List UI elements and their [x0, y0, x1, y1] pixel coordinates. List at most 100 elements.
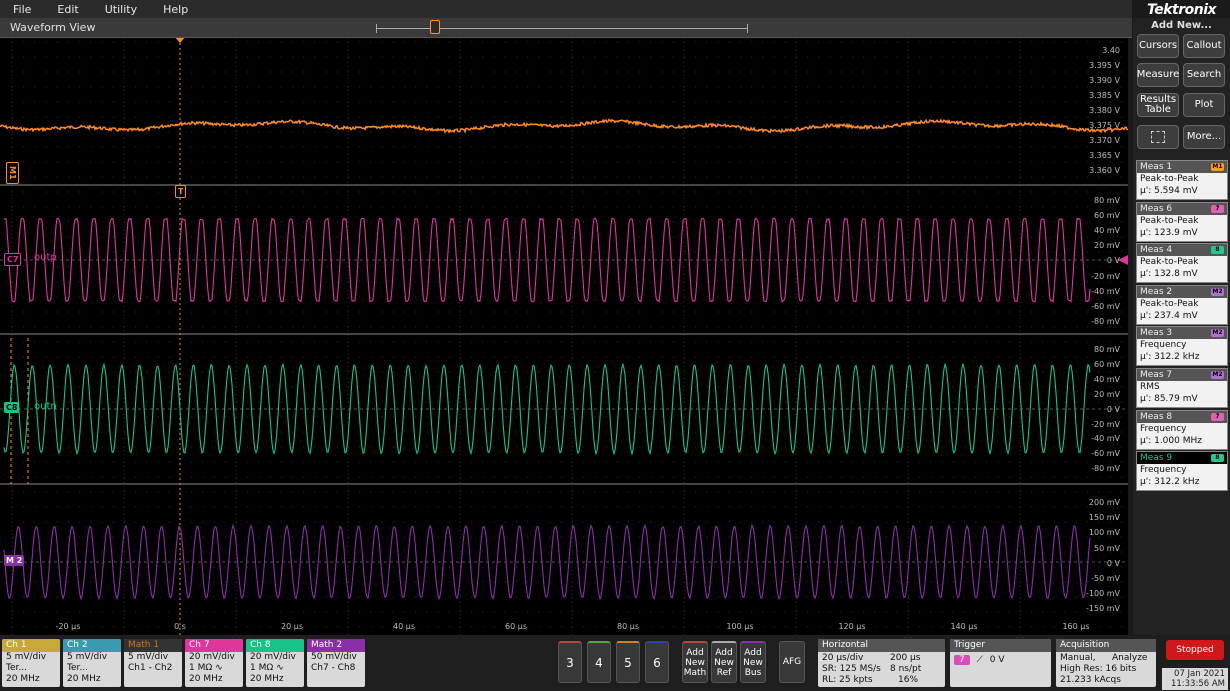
channel-badge-ch-7[interactable]: Ch 7 20 mV/div 1 MΩ ∿ 20 MHz — [185, 639, 243, 687]
waveform-view-titlebar: Waveform View — [0, 18, 1132, 38]
afg-button[interactable]: AFG — [779, 641, 805, 683]
measurement-name-text: Meas 1 — [1140, 162, 1173, 172]
zoom-select-button[interactable] — [1137, 125, 1179, 149]
measurement-name: Meas 4 8 — [1137, 244, 1227, 257]
measurement-source-badge: 8 — [1211, 246, 1224, 255]
bottom-bar: Ch 15 mV/div Ter... 20 MHz Ch 25 mV/div Ter.… — [0, 635, 1230, 691]
c8-trace — [3, 362, 1091, 456]
channel-5-button[interactable]: 5 — [616, 641, 640, 683]
y-tick-label: 150 mV — [1088, 513, 1120, 523]
channel-badge-setting: 50 mV/div — [311, 652, 357, 662]
channel-3-button[interactable]: 3 — [558, 641, 582, 683]
more-button[interactable]: More... — [1183, 125, 1225, 149]
x-tick-label: 120 µs — [838, 622, 866, 631]
measurement-type: Frequency — [1140, 340, 1187, 351]
x-tick-label: 80 µs — [617, 622, 639, 631]
channel-badge-setting: 5 mV/div — [6, 652, 47, 662]
y-tick-label: 60 mV — [1094, 211, 1120, 221]
measurement-type: Frequency — [1140, 465, 1187, 476]
channel-badge-ch-2[interactable]: Ch 25 mV/div Ter... 20 MHz — [63, 639, 121, 687]
y-tick-label: 0 V — [1106, 558, 1120, 568]
channel-badge-setting: 1 MΩ ∿ — [189, 663, 223, 673]
menu-bar: File Edit Utility Help — [0, 0, 1132, 18]
c7-trace-tag[interactable]: C7 — [4, 253, 22, 266]
x-tick-label: -20 µs — [55, 622, 81, 631]
y-tick-label: -150 mV — [1086, 604, 1120, 614]
measurement-badge[interactable]: Meas 3 M2 Frequency µ': 312.2 kHz — [1136, 326, 1228, 367]
menu-edit[interactable]: Edit — [44, 3, 91, 16]
y-tick-label: 80 mV — [1094, 345, 1120, 354]
acq-resolution: High Res: 16 bits — [1060, 664, 1137, 674]
measurement-source-badge: 7 — [1211, 204, 1224, 213]
acq-mode: Manual, — [1060, 653, 1096, 663]
measurement-name: Meas 9 8 — [1137, 452, 1227, 465]
y-tick-label: 3.390 V — [1089, 76, 1120, 85]
menu-utility[interactable]: Utility — [92, 3, 150, 16]
callout-button[interactable]: Callout — [1183, 34, 1225, 58]
add-new-button[interactable]: Add New Math — [682, 641, 708, 683]
acquisition-panel[interactable]: Acquisition Manual, Analyze High Res: 16… — [1056, 639, 1156, 687]
trigger-marker[interactable]: T — [175, 185, 187, 198]
measurement-name: Meas 7 M2 — [1137, 369, 1227, 381]
date-text: 07 Jan 2021 — [1174, 669, 1225, 679]
measurement-badge[interactable]: Meas 1 M1 Peak-to-Peak µ': 5.594 mV — [1136, 160, 1228, 200]
measurement-source-badge: M2 — [1211, 329, 1224, 338]
c8-trace-tag[interactable]: C8 — [4, 402, 20, 413]
channel-4-button[interactable]: 4 — [587, 641, 611, 683]
measurement-source-badge: 7 — [1211, 412, 1224, 421]
add-new-button[interactable]: Add New Ref — [711, 641, 737, 683]
search-button[interactable]: Search — [1183, 63, 1225, 87]
measurement-badge[interactable]: Meas 4 8 Peak-to-Peak µ': 132.8 mV — [1136, 243, 1228, 284]
y-tick-label: -80 mV — [1091, 464, 1120, 474]
m2-trace-tag[interactable]: M 2 — [4, 555, 25, 566]
plot-button[interactable]: Plot — [1183, 93, 1225, 117]
channel-badge-setting: 20 mV/div — [189, 652, 235, 662]
measurement-badge[interactable]: Meas 9 8 Frequency µ': 312.2 kHz — [1136, 451, 1228, 492]
channel-badge-math-1[interactable]: Math 15 mV/div Ch1 - Ch2 — [124, 639, 182, 687]
time-text: 11:33:56 AM — [1170, 679, 1225, 689]
y-tick-label: -20 mV — [1091, 271, 1120, 281]
measure-button[interactable]: Measure — [1137, 63, 1179, 87]
cursors-button[interactable]: Cursors — [1137, 34, 1179, 58]
trigger-position-marker — [175, 38, 185, 43]
c8-trace-name: outn — [34, 401, 57, 412]
measurement-value: µ': 312.2 kHz — [1140, 477, 1200, 488]
y-tick-label: 0 V — [1106, 404, 1120, 414]
menu-file[interactable]: File — [0, 3, 44, 16]
measurement-type: Peak-to-Peak — [1140, 257, 1199, 268]
channel-badge-setting: Ch7 - Ch8 — [311, 663, 356, 673]
channel-badge-setting: 5 mV/div — [128, 652, 169, 662]
measurement-source-badge: M2 — [1211, 287, 1224, 296]
measurement-badge[interactable]: Meas 6 7 Peak-to-Peak µ': 123.9 mV — [1136, 201, 1228, 242]
zoom-overview-bar[interactable] — [376, 20, 748, 34]
waveform-plot[interactable]: 3.40 3.395 V 3.390 V 3.385 V 3.380 V 3.375 V 3… — [0, 38, 1128, 635]
measurement-badge[interactable]: Meas 7 M2 RMS µ': 85.79 mV — [1136, 368, 1228, 408]
channel-6-button[interactable]: 6 — [645, 641, 669, 683]
channel-badge-setting: 5 mV/div — [67, 652, 108, 662]
measurement-badge[interactable]: Meas 2 M2 Peak-to-Peak µ': 237.4 mV — [1136, 284, 1228, 325]
trigger-source: 7 — [954, 655, 970, 665]
channel-badge-title: Math 2 — [307, 639, 365, 652]
run-stop-status[interactable]: Stopped — [1166, 640, 1224, 660]
menu-help[interactable]: Help — [150, 3, 201, 16]
channel-badge-ch-8[interactable]: Ch 8 20 mV/div 1 MΩ ∿ 20 MHz — [246, 639, 304, 687]
channel-badge-math-2[interactable]: Math 2 50 mV/div Ch7 - Ch8 — [307, 639, 365, 687]
results-table-button[interactable]: Results Table — [1137, 93, 1179, 117]
zoom-handle[interactable] — [430, 20, 440, 34]
y-tick-label: -100 mV — [1086, 589, 1120, 599]
measurement-value: µ': 5.594 mV — [1140, 186, 1198, 196]
trigger-panel[interactable]: Trigger 7 ⟋ 0 V — [950, 639, 1051, 687]
channel-badge-ch-1[interactable]: Ch 15 mV/div Ter... 20 MHz — [2, 639, 60, 687]
measurement-name: Meas 6 7 — [1137, 202, 1227, 215]
add-new-button[interactable]: Add New Bus — [740, 641, 766, 683]
horizontal-title: Horizontal — [818, 639, 945, 652]
measurement-name-text: Meas 7 — [1140, 370, 1173, 380]
horizontal-panel[interactable]: Horizontal 20 µs/div 200 µs SR: 125 MS/s… — [818, 639, 945, 687]
measurement-badge[interactable]: Meas 8 7 Frequency µ': 1.000 MHz — [1136, 409, 1228, 450]
y-tick-label: 3.370 V — [1089, 136, 1120, 145]
measurement-type: Frequency — [1140, 423, 1187, 434]
m1-trace-tag[interactable]: M1 — [6, 162, 19, 184]
y-tick-label: 50 mV — [1094, 543, 1120, 553]
x-tick-label: 100 µs — [726, 622, 754, 631]
analyze-label: Analyze — [1112, 653, 1148, 663]
